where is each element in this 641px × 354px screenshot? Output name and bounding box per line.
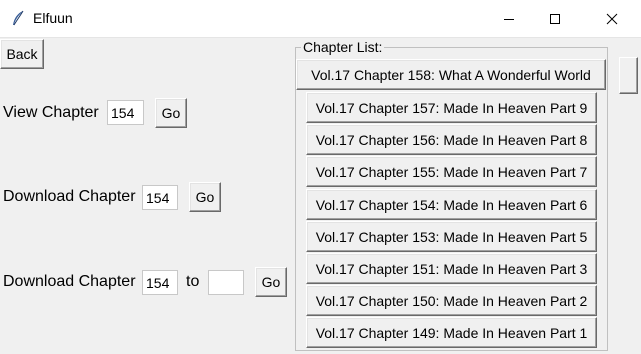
view-chapter-label: View Chapter bbox=[3, 104, 99, 121]
range-from-input[interactable] bbox=[142, 270, 178, 295]
view-chapter-input[interactable] bbox=[107, 100, 144, 125]
view-go-button[interactable]: Go bbox=[155, 98, 187, 128]
download-chapter-label: Download Chapter bbox=[3, 188, 136, 205]
chapter-button[interactable]: Vol.17 Chapter 153: Made In Heaven Part … bbox=[306, 221, 597, 252]
download-range-label: Download Chapter bbox=[3, 273, 136, 290]
minimize-button[interactable] bbox=[486, 0, 532, 37]
chapter-button[interactable]: Vol.17 Chapter 154: Made In Heaven Part … bbox=[306, 189, 597, 220]
back-button[interactable]: Back bbox=[0, 39, 44, 69]
scrollbar-thumb[interactable] bbox=[619, 57, 638, 94]
chapter-button[interactable]: Vol.17 Chapter 149: Made In Heaven Part … bbox=[306, 317, 597, 348]
download-chapter-input[interactable] bbox=[142, 185, 178, 210]
chapter-button[interactable]: Vol.17 Chapter 156: Made In Heaven Part … bbox=[306, 124, 597, 155]
close-button[interactable] bbox=[589, 0, 635, 37]
maximize-button[interactable] bbox=[532, 0, 578, 37]
feather-icon bbox=[10, 10, 26, 28]
range-to-label: to bbox=[186, 273, 200, 290]
chapter-list-scrollbar[interactable] bbox=[618, 56, 639, 352]
chapter-button[interactable]: Vol.17 Chapter 155: Made In Heaven Part … bbox=[306, 156, 597, 187]
minimize-icon bbox=[503, 13, 515, 25]
chapter-button[interactable]: Vol.17 Chapter 157: Made In Heaven Part … bbox=[306, 92, 597, 123]
chapter-button[interactable]: Vol.17 Chapter 158: What A Wonderful Wor… bbox=[296, 59, 606, 90]
window-title: Elfuun bbox=[33, 10, 73, 26]
title-bar: Elfuun bbox=[0, 0, 641, 38]
range-to-input[interactable] bbox=[208, 270, 244, 295]
chapter-list-title: Chapter List: bbox=[301, 39, 385, 55]
maximize-icon bbox=[549, 13, 561, 25]
chapter-button[interactable]: Vol.17 Chapter 151: Made In Heaven Part … bbox=[306, 253, 597, 284]
download-go-button[interactable]: Go bbox=[189, 182, 221, 212]
chapter-button[interactable]: Vol.17 Chapter 150: Made In Heaven Part … bbox=[306, 285, 597, 316]
range-go-button[interactable]: Go bbox=[255, 267, 287, 297]
close-icon bbox=[606, 13, 618, 25]
